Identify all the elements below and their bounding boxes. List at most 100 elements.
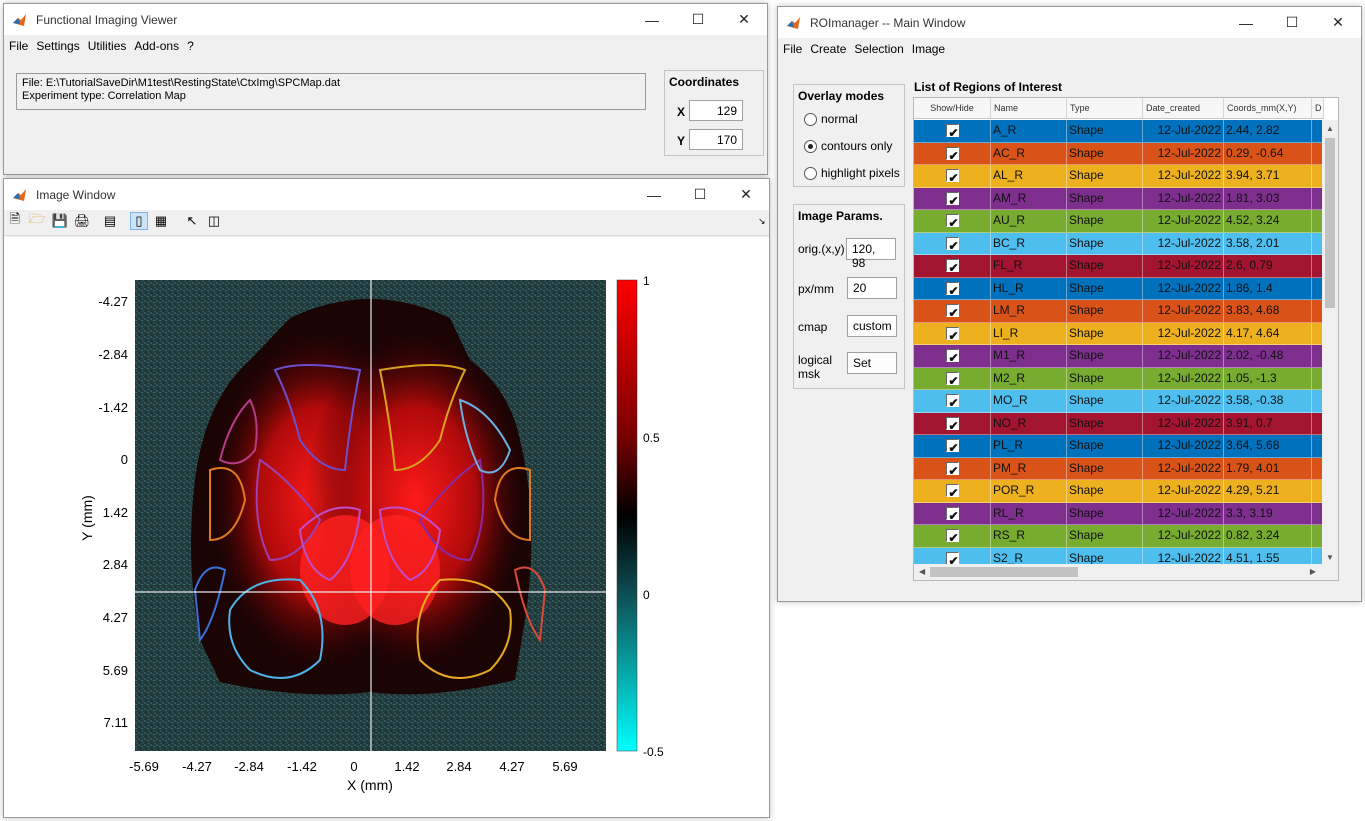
show-checkbox[interactable]: ✔ [945, 551, 959, 565]
name-cell[interactable]: M1_R [991, 345, 1067, 368]
date-cell[interactable]: 12-Jul-2022 [1143, 480, 1224, 503]
show-checkbox[interactable]: ✔ [945, 326, 959, 340]
table-row[interactable]: ✔ MO_R Shape 12-Jul-2022 3.58, -0.38 [914, 390, 1324, 413]
table-row[interactable]: ✔ NO_R Shape 12-Jul-2022 3.91, 0.7 [914, 412, 1324, 435]
menu-image[interactable]: Image [912, 42, 945, 56]
radio-highlight-pixels-circle[interactable] [804, 166, 817, 180]
show-checkbox[interactable]: ✔ [945, 394, 959, 408]
name-cell[interactable]: AM_R [991, 187, 1067, 210]
type-cell[interactable]: Shape [1067, 435, 1143, 458]
table-row[interactable]: ✔ AM_R Shape 12-Jul-2022 1.81, 3.03 [914, 187, 1324, 210]
show-checkbox[interactable]: ✔ [945, 506, 959, 520]
coords-cell[interactable]: 2.6, 0.79 [1224, 255, 1312, 278]
radio-normal-circle[interactable] [804, 112, 817, 126]
coords-cell[interactable]: 3.64, 5.68 [1224, 435, 1312, 458]
date-cell[interactable]: 12-Jul-2022 [1143, 142, 1224, 165]
type-cell[interactable]: Shape [1067, 345, 1143, 368]
minimize-icon[interactable]: — [1223, 7, 1269, 38]
type-cell[interactable]: Shape [1067, 367, 1143, 390]
menu-selection[interactable]: Selection [854, 42, 903, 56]
coords-cell[interactable]: 4.52, 3.24 [1224, 210, 1312, 233]
show-checkbox[interactable]: ✔ [945, 416, 959, 430]
name-cell[interactable]: AU_R [991, 210, 1067, 233]
coords-cell[interactable]: 4.29, 5.21 [1224, 480, 1312, 503]
name-cell[interactable]: M2_R [991, 367, 1067, 390]
name-cell[interactable]: PM_R [991, 457, 1067, 480]
show-checkbox[interactable]: ✔ [945, 484, 959, 498]
pxmm-field[interactable]: 20 [847, 277, 897, 299]
date-cell[interactable]: 12-Jul-2022 [1143, 277, 1224, 300]
coords-cell[interactable]: 0.82, 3.24 [1224, 525, 1312, 548]
show-checkbox[interactable]: ✔ [945, 349, 959, 363]
table-row[interactable]: ✔ PL_R Shape 12-Jul-2022 3.64, 5.68 [914, 435, 1324, 458]
horizontal-scroll-thumb[interactable] [930, 567, 1078, 577]
date-cell[interactable]: 12-Jul-2022 [1143, 457, 1224, 480]
maximize-icon[interactable]: ☐ [1269, 7, 1315, 38]
radio-contours-only[interactable]: contours only [804, 139, 892, 153]
type-cell[interactable]: Shape [1067, 457, 1143, 480]
date-cell[interactable]: 12-Jul-2022 [1143, 390, 1224, 413]
type-cell[interactable]: Shape [1067, 277, 1143, 300]
table-row[interactable]: ✔ POR_R Shape 12-Jul-2022 4.29, 5.21 [914, 480, 1324, 503]
coords-cell[interactable]: 3.3, 3.19 [1224, 502, 1312, 525]
scroll-down-icon[interactable]: ▼ [1326, 553, 1334, 562]
table-row[interactable]: ✔ HL_R Shape 12-Jul-2022 1.86, 1.4 [914, 277, 1324, 300]
table-row[interactable]: ✔ A_R Shape 12-Jul-2022 2.44, 2.82 [914, 120, 1324, 143]
coords-cell[interactable]: 3.83, 4.68 [1224, 300, 1312, 323]
name-cell[interactable]: HL_R [991, 277, 1067, 300]
show-checkbox[interactable]: ✔ [945, 259, 959, 273]
show-checkbox[interactable]: ✔ [945, 371, 959, 385]
menu-create[interactable]: Create [810, 42, 846, 56]
show-checkbox[interactable]: ✔ [945, 191, 959, 205]
type-cell[interactable]: Shape [1067, 232, 1143, 255]
col-type[interactable]: Type [1067, 98, 1143, 118]
vertical-scrollbar[interactable]: ▲ ▼ [1322, 120, 1338, 564]
type-cell[interactable]: Shape [1067, 412, 1143, 435]
table-row[interactable]: ✔ LI_R Shape 12-Jul-2022 4.17, 4.64 [914, 322, 1324, 345]
horizontal-scrollbar[interactable]: ◀ ▶ [914, 564, 1338, 580]
col-name[interactable]: Name [991, 98, 1067, 118]
coords-cell[interactable]: 3.91, 0.7 [1224, 412, 1312, 435]
coords-cell[interactable]: 4.17, 4.64 [1224, 322, 1312, 345]
name-cell[interactable]: LI_R [991, 322, 1067, 345]
col-show-hide[interactable]: Show/Hide [914, 98, 991, 118]
date-cell[interactable]: 12-Jul-2022 [1143, 300, 1224, 323]
show-checkbox[interactable]: ✔ [945, 461, 959, 475]
radio-contours-only-circle[interactable] [804, 139, 817, 153]
vertical-scroll-thumb[interactable] [1325, 138, 1335, 308]
radio-highlight-pixels[interactable]: highlight pixels [804, 166, 900, 180]
col-coords[interactable]: Coords_mm(X,Y) [1224, 98, 1312, 118]
table-row[interactable]: ✔ AL_R Shape 12-Jul-2022 3.94, 3.71 [914, 165, 1324, 188]
table-row[interactable]: ✔ AU_R Shape 12-Jul-2022 4.52, 3.24 [914, 210, 1324, 233]
col-d[interactable]: D [1312, 98, 1324, 118]
roimanager-title-bar[interactable]: ROImanager -- Main Window — ☐ ✕ [778, 7, 1361, 38]
date-cell[interactable]: 12-Jul-2022 [1143, 412, 1224, 435]
scroll-up-icon[interactable]: ▲ [1326, 124, 1334, 133]
coords-cell[interactable]: 1.86, 1.4 [1224, 277, 1312, 300]
date-cell[interactable]: 12-Jul-2022 [1143, 435, 1224, 458]
date-cell[interactable]: 12-Jul-2022 [1143, 367, 1224, 390]
type-cell[interactable]: Shape [1067, 165, 1143, 188]
type-cell[interactable]: Shape [1067, 142, 1143, 165]
type-cell[interactable]: Shape [1067, 300, 1143, 323]
col-date-created[interactable]: Date_created [1143, 98, 1224, 118]
coords-cell[interactable]: 2.02, -0.48 [1224, 345, 1312, 368]
date-cell[interactable]: 12-Jul-2022 [1143, 165, 1224, 188]
show-checkbox[interactable]: ✔ [945, 529, 959, 543]
table-row[interactable]: ✔ RL_R Shape 12-Jul-2022 3.3, 3.19 [914, 502, 1324, 525]
date-cell[interactable]: 12-Jul-2022 [1143, 345, 1224, 368]
coords-cell[interactable]: 1.05, -1.3 [1224, 367, 1312, 390]
coords-cell[interactable]: 3.58, 2.01 [1224, 232, 1312, 255]
show-checkbox[interactable]: ✔ [945, 281, 959, 295]
type-cell[interactable]: Shape [1067, 187, 1143, 210]
type-cell[interactable]: Shape [1067, 480, 1143, 503]
type-cell[interactable]: Shape [1067, 120, 1143, 143]
date-cell[interactable]: 12-Jul-2022 [1143, 502, 1224, 525]
type-cell[interactable]: Shape [1067, 502, 1143, 525]
name-cell[interactable]: RS_R [991, 525, 1067, 548]
date-cell[interactable]: 12-Jul-2022 [1143, 322, 1224, 345]
table-row[interactable]: ✔ M1_R Shape 12-Jul-2022 2.02, -0.48 [914, 345, 1324, 368]
show-checkbox[interactable]: ✔ [945, 304, 959, 318]
name-cell[interactable]: AC_R [991, 142, 1067, 165]
name-cell[interactable]: RL_R [991, 502, 1067, 525]
